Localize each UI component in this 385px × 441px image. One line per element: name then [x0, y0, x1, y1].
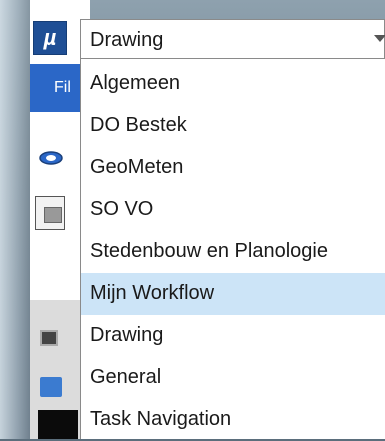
- dark-area: [38, 410, 78, 439]
- view-tool-icon[interactable]: [38, 147, 64, 169]
- workflow-option[interactable]: Drawing: [81, 315, 385, 357]
- calendar-icon[interactable]: [40, 377, 62, 397]
- workflow-dropdown-list: Algemeen DO Bestek GeoMeten SO VO Steden…: [80, 59, 385, 439]
- workflow-option-label: Drawing: [90, 324, 164, 346]
- file-tab[interactable]: Fil: [54, 79, 71, 97]
- microstation-app-icon[interactable]: µ: [33, 21, 67, 55]
- workflow-option[interactable]: Stedenbouw en Planologie: [81, 231, 385, 273]
- workflow-option-label: DO Bestek: [90, 114, 187, 136]
- workflow-option[interactable]: Algemeen: [81, 63, 385, 105]
- workflow-dropdown-value: Drawing: [90, 29, 164, 51]
- workflow-option-label: GeoMeten: [90, 156, 184, 178]
- square-tool-icon[interactable]: [40, 330, 58, 346]
- workflow-option[interactable]: Task Navigation: [81, 399, 385, 441]
- workflow-option-label: Task Navigation: [90, 408, 232, 430]
- chevron-down-icon[interactable]: [374, 35, 385, 42]
- workflow-option-label: SO VO: [90, 198, 154, 220]
- workflow-option[interactable]: DO Bestek: [81, 105, 385, 147]
- app-icon-glyph: µ: [43, 25, 57, 50]
- workflow-option-highlighted[interactable]: Mijn Workflow: [81, 273, 385, 315]
- workflow-option[interactable]: General: [81, 357, 385, 399]
- workflow-option-label: Stedenbouw en Planologie: [90, 240, 328, 262]
- workflow-option-label: Mijn Workflow: [90, 282, 215, 304]
- workflow-option-label: Algemeen: [90, 72, 181, 94]
- workflow-option[interactable]: SO VO: [81, 189, 385, 231]
- workflow-option-label: General: [90, 366, 162, 388]
- model-tool-icon[interactable]: [35, 196, 65, 230]
- workflow-dropdown[interactable]: Drawing: [80, 19, 385, 59]
- workflow-option[interactable]: GeoMeten: [81, 147, 385, 189]
